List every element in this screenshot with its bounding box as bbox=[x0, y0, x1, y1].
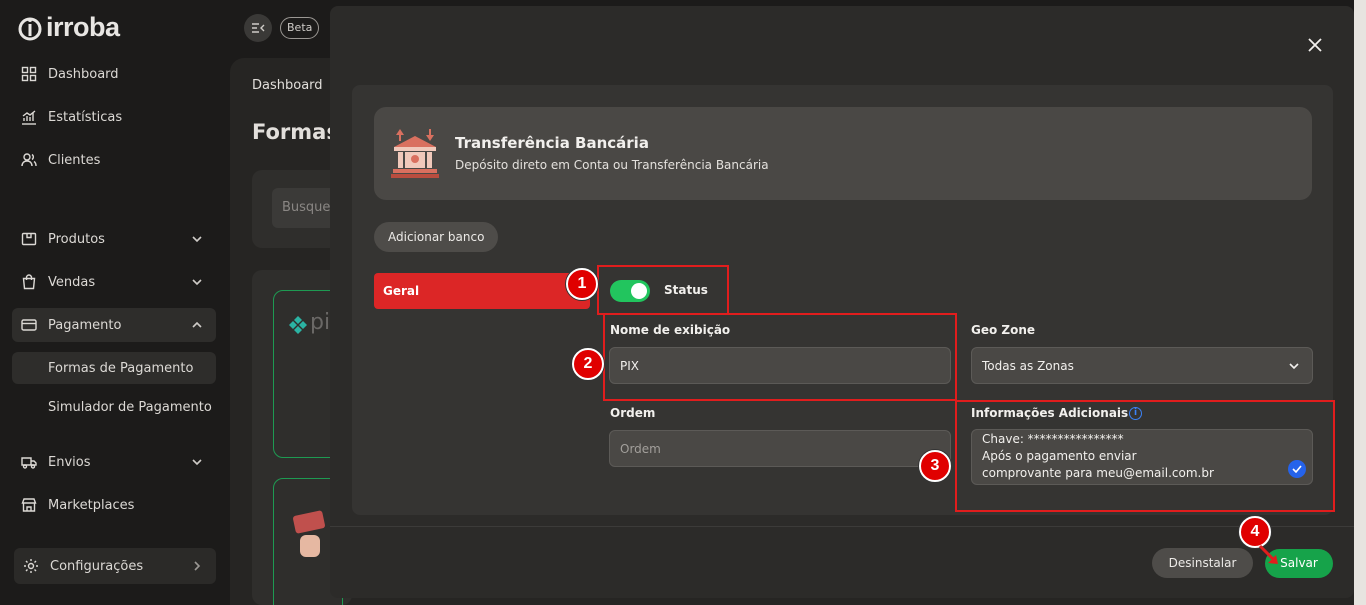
sidebar-subitem-simulador-de-pagamento[interactable]: Simulador de Pagamento bbox=[12, 391, 216, 423]
chart-icon bbox=[20, 108, 38, 126]
card-hand-icon bbox=[293, 510, 325, 557]
box-icon bbox=[20, 230, 38, 248]
sidebar-subitem-label: Simulador de Pagamento bbox=[48, 399, 212, 415]
gear-icon bbox=[22, 557, 40, 575]
method-title: Transferência Bancária bbox=[455, 134, 649, 152]
brand-logo[interactable]: irroba bbox=[18, 12, 120, 43]
uninstall-button[interactable]: Desinstalar bbox=[1152, 548, 1253, 578]
chevron-right-icon bbox=[194, 561, 201, 571]
chevron-down-icon bbox=[192, 236, 202, 243]
scrollbar-area[interactable] bbox=[1354, 0, 1366, 605]
grid-icon bbox=[20, 65, 38, 83]
add-bank-button[interactable]: Adicionar banco bbox=[374, 222, 499, 252]
bank-transfer-icon bbox=[391, 129, 439, 178]
brand-name: irroba bbox=[46, 12, 120, 42]
annotation-badge-2: 2 bbox=[572, 348, 604, 380]
method-subtitle: Depósito direto em Conta ou Transferênci… bbox=[455, 158, 769, 172]
footer-divider bbox=[330, 526, 1354, 527]
highlight-box-display-name bbox=[603, 313, 957, 401]
irroba-logo-icon bbox=[18, 17, 42, 40]
users-icon bbox=[20, 151, 38, 169]
sidebar-item-label: Pagamento bbox=[48, 317, 122, 333]
store-icon bbox=[20, 496, 38, 514]
sidebar-item-produtos[interactable]: Produtos bbox=[12, 222, 216, 256]
truck-icon bbox=[20, 453, 38, 471]
close-button[interactable] bbox=[1305, 35, 1325, 55]
sidebar-item-clientes[interactable]: Clientes bbox=[12, 143, 216, 177]
breadcrumb[interactable]: Dashboard bbox=[252, 78, 323, 93]
sidebar-item-configuracoes[interactable]: Configurações bbox=[14, 548, 216, 584]
chevron-up-icon bbox=[192, 321, 202, 328]
close-icon bbox=[1308, 38, 1322, 52]
chevron-down-icon bbox=[192, 459, 202, 466]
beta-badge: Beta bbox=[280, 17, 320, 39]
sidebar-subitem-formas-de-pagamento[interactable]: Formas de Pagamento bbox=[12, 352, 216, 384]
order-input[interactable]: Ordem bbox=[609, 430, 951, 467]
sidebar-item-estatisticas[interactable]: Estatísticas bbox=[12, 100, 216, 134]
sidebar-item-label: Configurações bbox=[50, 558, 144, 574]
menu-collapse-icon bbox=[252, 23, 265, 33]
chevron-down-icon bbox=[1289, 363, 1299, 370]
sidebar-item-label: Vendas bbox=[48, 274, 96, 290]
shopping-bag-icon bbox=[20, 273, 38, 291]
sidebar-item-label: Dashboard bbox=[48, 66, 119, 82]
annotation-badge-3: 3 bbox=[919, 450, 951, 482]
geo-zone-value: Todas as Zonas bbox=[982, 359, 1074, 373]
tab-geral[interactable]: Geral bbox=[374, 273, 590, 309]
collapse-sidebar-button[interactable] bbox=[244, 14, 272, 42]
highlight-box-status bbox=[597, 265, 729, 315]
sidebar-item-label: Marketplaces bbox=[48, 497, 135, 513]
highlight-box-additional-info bbox=[955, 400, 1335, 512]
geo-zone-label: Geo Zone bbox=[971, 323, 1036, 337]
sidebar-item-marketplaces[interactable]: Marketplaces bbox=[12, 488, 216, 522]
sidebar-item-vendas[interactable]: Vendas bbox=[12, 265, 216, 299]
chevron-down-icon bbox=[192, 279, 202, 286]
annotation-arrow-icon bbox=[1258, 544, 1278, 564]
sidebar-item-envios[interactable]: Envios bbox=[12, 445, 216, 479]
sidebar-item-pagamento[interactable]: Pagamento bbox=[12, 308, 216, 342]
annotation-badge-1: 1 bbox=[566, 268, 598, 300]
page-title: Formas bbox=[252, 120, 339, 144]
pix-logo-icon bbox=[289, 316, 307, 334]
sidebar-item-dashboard[interactable]: Dashboard bbox=[12, 57, 216, 91]
sidebar-item-label: Estatísticas bbox=[48, 109, 123, 125]
geo-zone-select[interactable]: Todas as Zonas bbox=[971, 347, 1313, 384]
sidebar: irroba Dashboard Estatísticas Clientes P… bbox=[0, 0, 230, 605]
order-label: Ordem bbox=[610, 406, 656, 420]
sidebar-item-label: Produtos bbox=[48, 231, 105, 247]
sidebar-subitem-label: Formas de Pagamento bbox=[48, 360, 194, 376]
method-header-card: Transferência Bancária Depósito direto e… bbox=[374, 107, 1312, 200]
sidebar-item-label: Clientes bbox=[48, 152, 101, 168]
pix-card-label: pi bbox=[310, 310, 331, 335]
sidebar-item-label: Envios bbox=[48, 454, 91, 470]
credit-card-icon bbox=[20, 316, 38, 334]
